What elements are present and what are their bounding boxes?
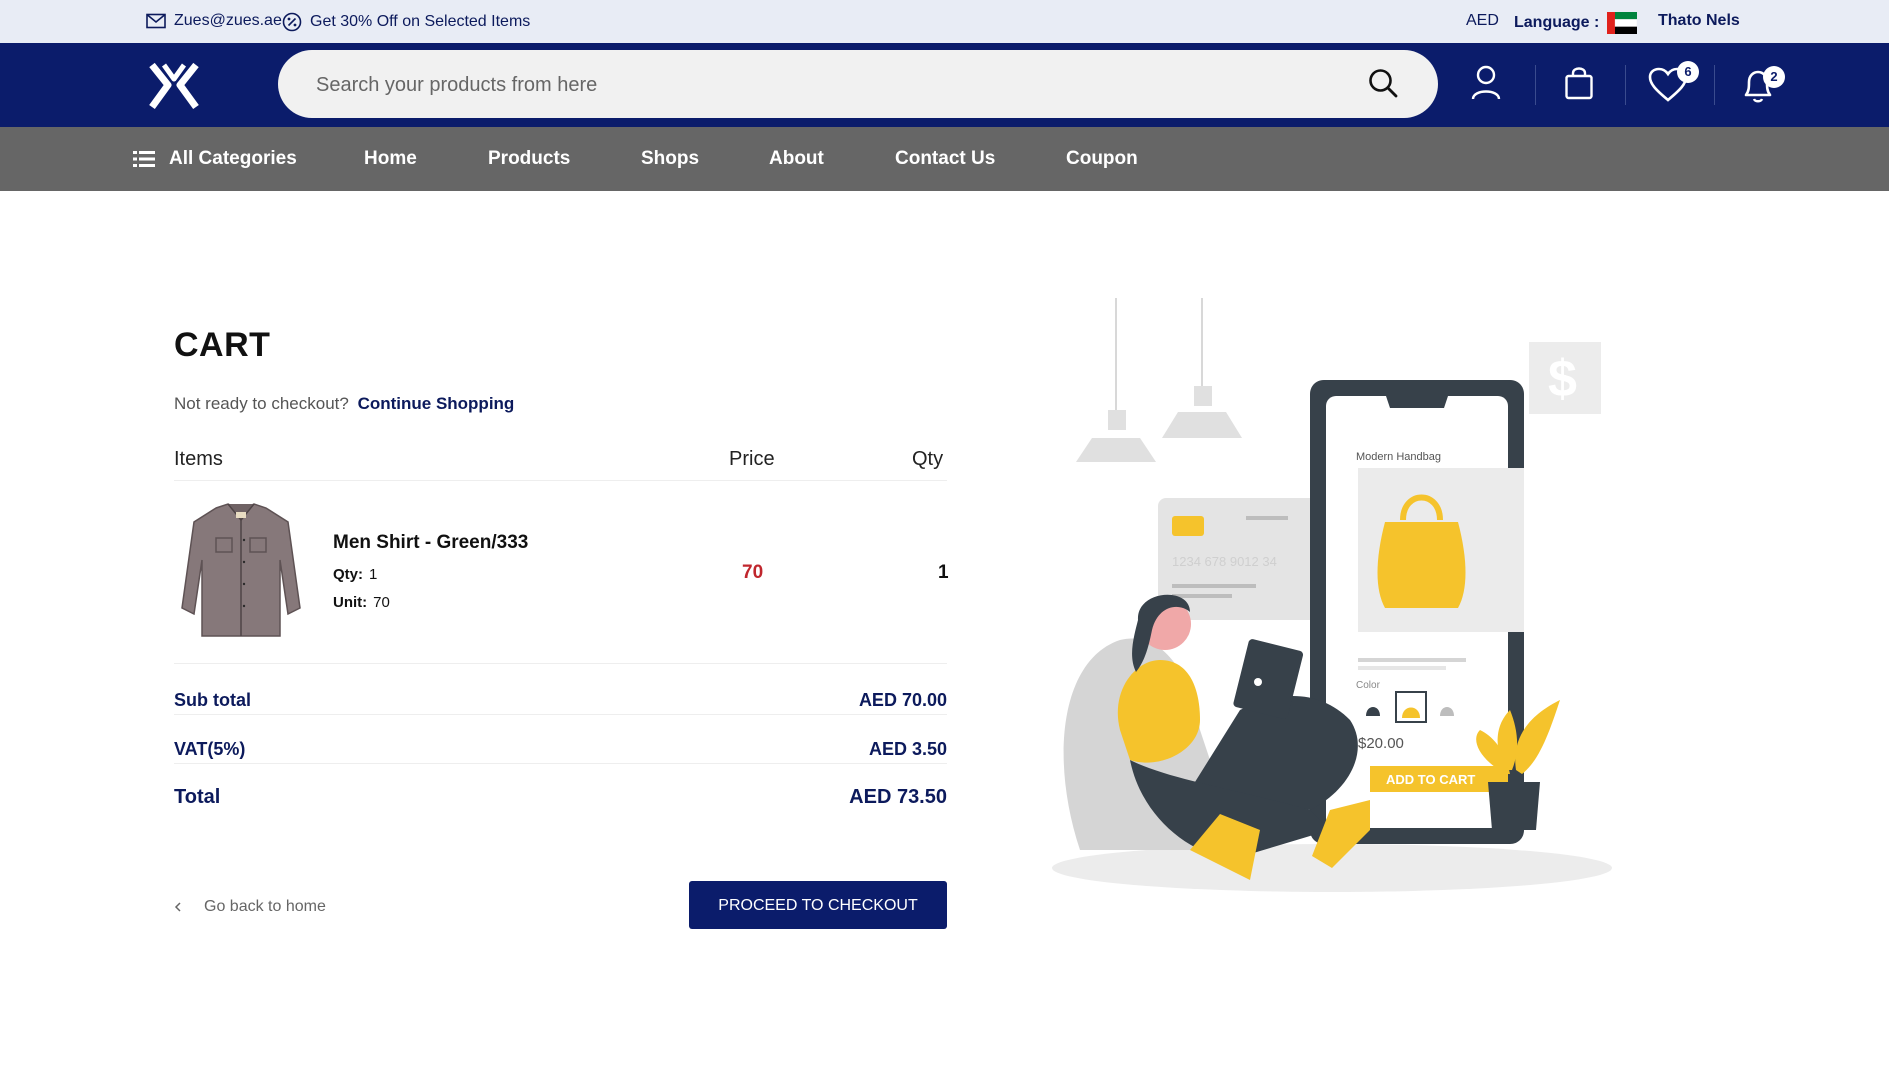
back-home-text: Go back to home	[204, 898, 326, 915]
promo-banner: Get 30% Off on Selected Items	[282, 12, 530, 32]
notification-badge: 2	[1763, 66, 1785, 88]
proceed-to-checkout-button[interactable]: PROCEED TO CHECKOUT	[689, 881, 947, 929]
header-divider	[1714, 65, 1715, 105]
user-name-text: Thato Nels	[1658, 12, 1740, 29]
header-divider	[1535, 65, 1536, 105]
language-label: Language :	[1514, 14, 1600, 31]
top-bar: Zues@zues.ae Get 30% Off on Selected Ite…	[0, 0, 1889, 43]
shopping-illustration: $ 1234 678 9012 34 Modern Handbag Color …	[1052, 298, 1612, 892]
nav-products[interactable]: Products	[488, 148, 570, 170]
user-icon[interactable]	[1470, 65, 1502, 101]
vat-label: VAT(5%)	[174, 739, 246, 759]
currency-selector[interactable]: AED	[1466, 12, 1499, 30]
subtotal-label: Sub total	[174, 690, 251, 710]
nav-about[interactable]: About	[769, 148, 824, 170]
discount-icon	[282, 12, 302, 32]
product-qty-info: Qty: 1	[333, 566, 377, 583]
color-label-text: Color	[1356, 680, 1381, 691]
shopping-bag-icon[interactable]	[1564, 65, 1594, 101]
search-icon[interactable]	[1368, 68, 1398, 98]
wishlist-badge: 6	[1677, 61, 1699, 83]
checkout-prompt: Not ready to checkout? Continue Shopping	[174, 394, 514, 414]
all-categories-label: All Categories	[169, 148, 297, 169]
promo-text: Get 30% Off on Selected Items	[310, 13, 531, 30]
product-image[interactable]	[176, 500, 306, 644]
main-header: 6 2	[0, 43, 1889, 127]
continue-shopping-link[interactable]: Continue Shopping	[358, 394, 515, 413]
product-unit-info: Unit: 70	[333, 594, 390, 611]
search-input[interactable]	[314, 64, 1318, 106]
brand-logo[interactable]	[146, 57, 202, 113]
language-selector[interactable]: Language :	[1514, 12, 1638, 34]
list-menu-icon	[133, 151, 155, 167]
vat-value: AED 3.50	[868, 739, 947, 759]
qty-column-header: Qty	[912, 448, 944, 470]
product-quantity: 1	[938, 562, 949, 583]
mail-icon	[146, 13, 166, 29]
nav-shops[interactable]: Shops	[641, 148, 699, 170]
user-name[interactable]: Thato Nels	[1658, 12, 1740, 30]
items-column-header: Items	[174, 448, 223, 470]
nav-coupon[interactable]: Coupon	[1066, 148, 1138, 170]
subtotal-value: AED 70.00	[858, 690, 947, 710]
divider	[174, 663, 947, 664]
all-categories-menu[interactable]: All Categories	[133, 148, 297, 170]
qty-label: Qty:	[333, 566, 363, 583]
illustration-price-text: $20.00	[1358, 735, 1404, 752]
unit-value: 70	[373, 594, 390, 611]
page-title: CART	[174, 326, 271, 364]
product-price: 70	[742, 562, 764, 583]
email-text: Zues@zues.ae	[174, 12, 282, 29]
qty-value: 1	[369, 566, 378, 583]
divider	[174, 714, 947, 715]
total-label: Total	[174, 786, 221, 808]
currency-text: AED	[1466, 12, 1499, 29]
product-name[interactable]: Men Shirt - Green/333	[333, 532, 528, 554]
not-ready-text: Not ready to checkout?	[174, 394, 349, 413]
search-bar	[278, 50, 1438, 118]
header-divider	[1625, 65, 1626, 105]
price-column-header: Price	[729, 448, 775, 470]
unit-label: Unit:	[333, 594, 368, 611]
category-nav: All Categories Home Products Shops About…	[0, 127, 1889, 191]
back-home-link[interactable]: Go back to home	[174, 898, 326, 916]
svg-text:$: $	[1548, 350, 1577, 408]
chevron-left-icon	[174, 902, 181, 912]
divider	[174, 763, 947, 764]
divider	[174, 480, 947, 481]
nav-home[interactable]: Home	[364, 148, 417, 170]
illustration-add-to-cart: ADD TO CART	[1386, 772, 1475, 787]
card-number-text: 1234 678 9012 34	[1172, 554, 1277, 569]
email-contact[interactable]: Zues@zues.ae	[146, 12, 282, 30]
uae-flag-icon	[1607, 12, 1638, 34]
total-value: AED 73.50	[849, 786, 947, 808]
nav-contact-us[interactable]: Contact Us	[895, 148, 995, 170]
product-title-text: Modern Handbag	[1356, 451, 1441, 463]
